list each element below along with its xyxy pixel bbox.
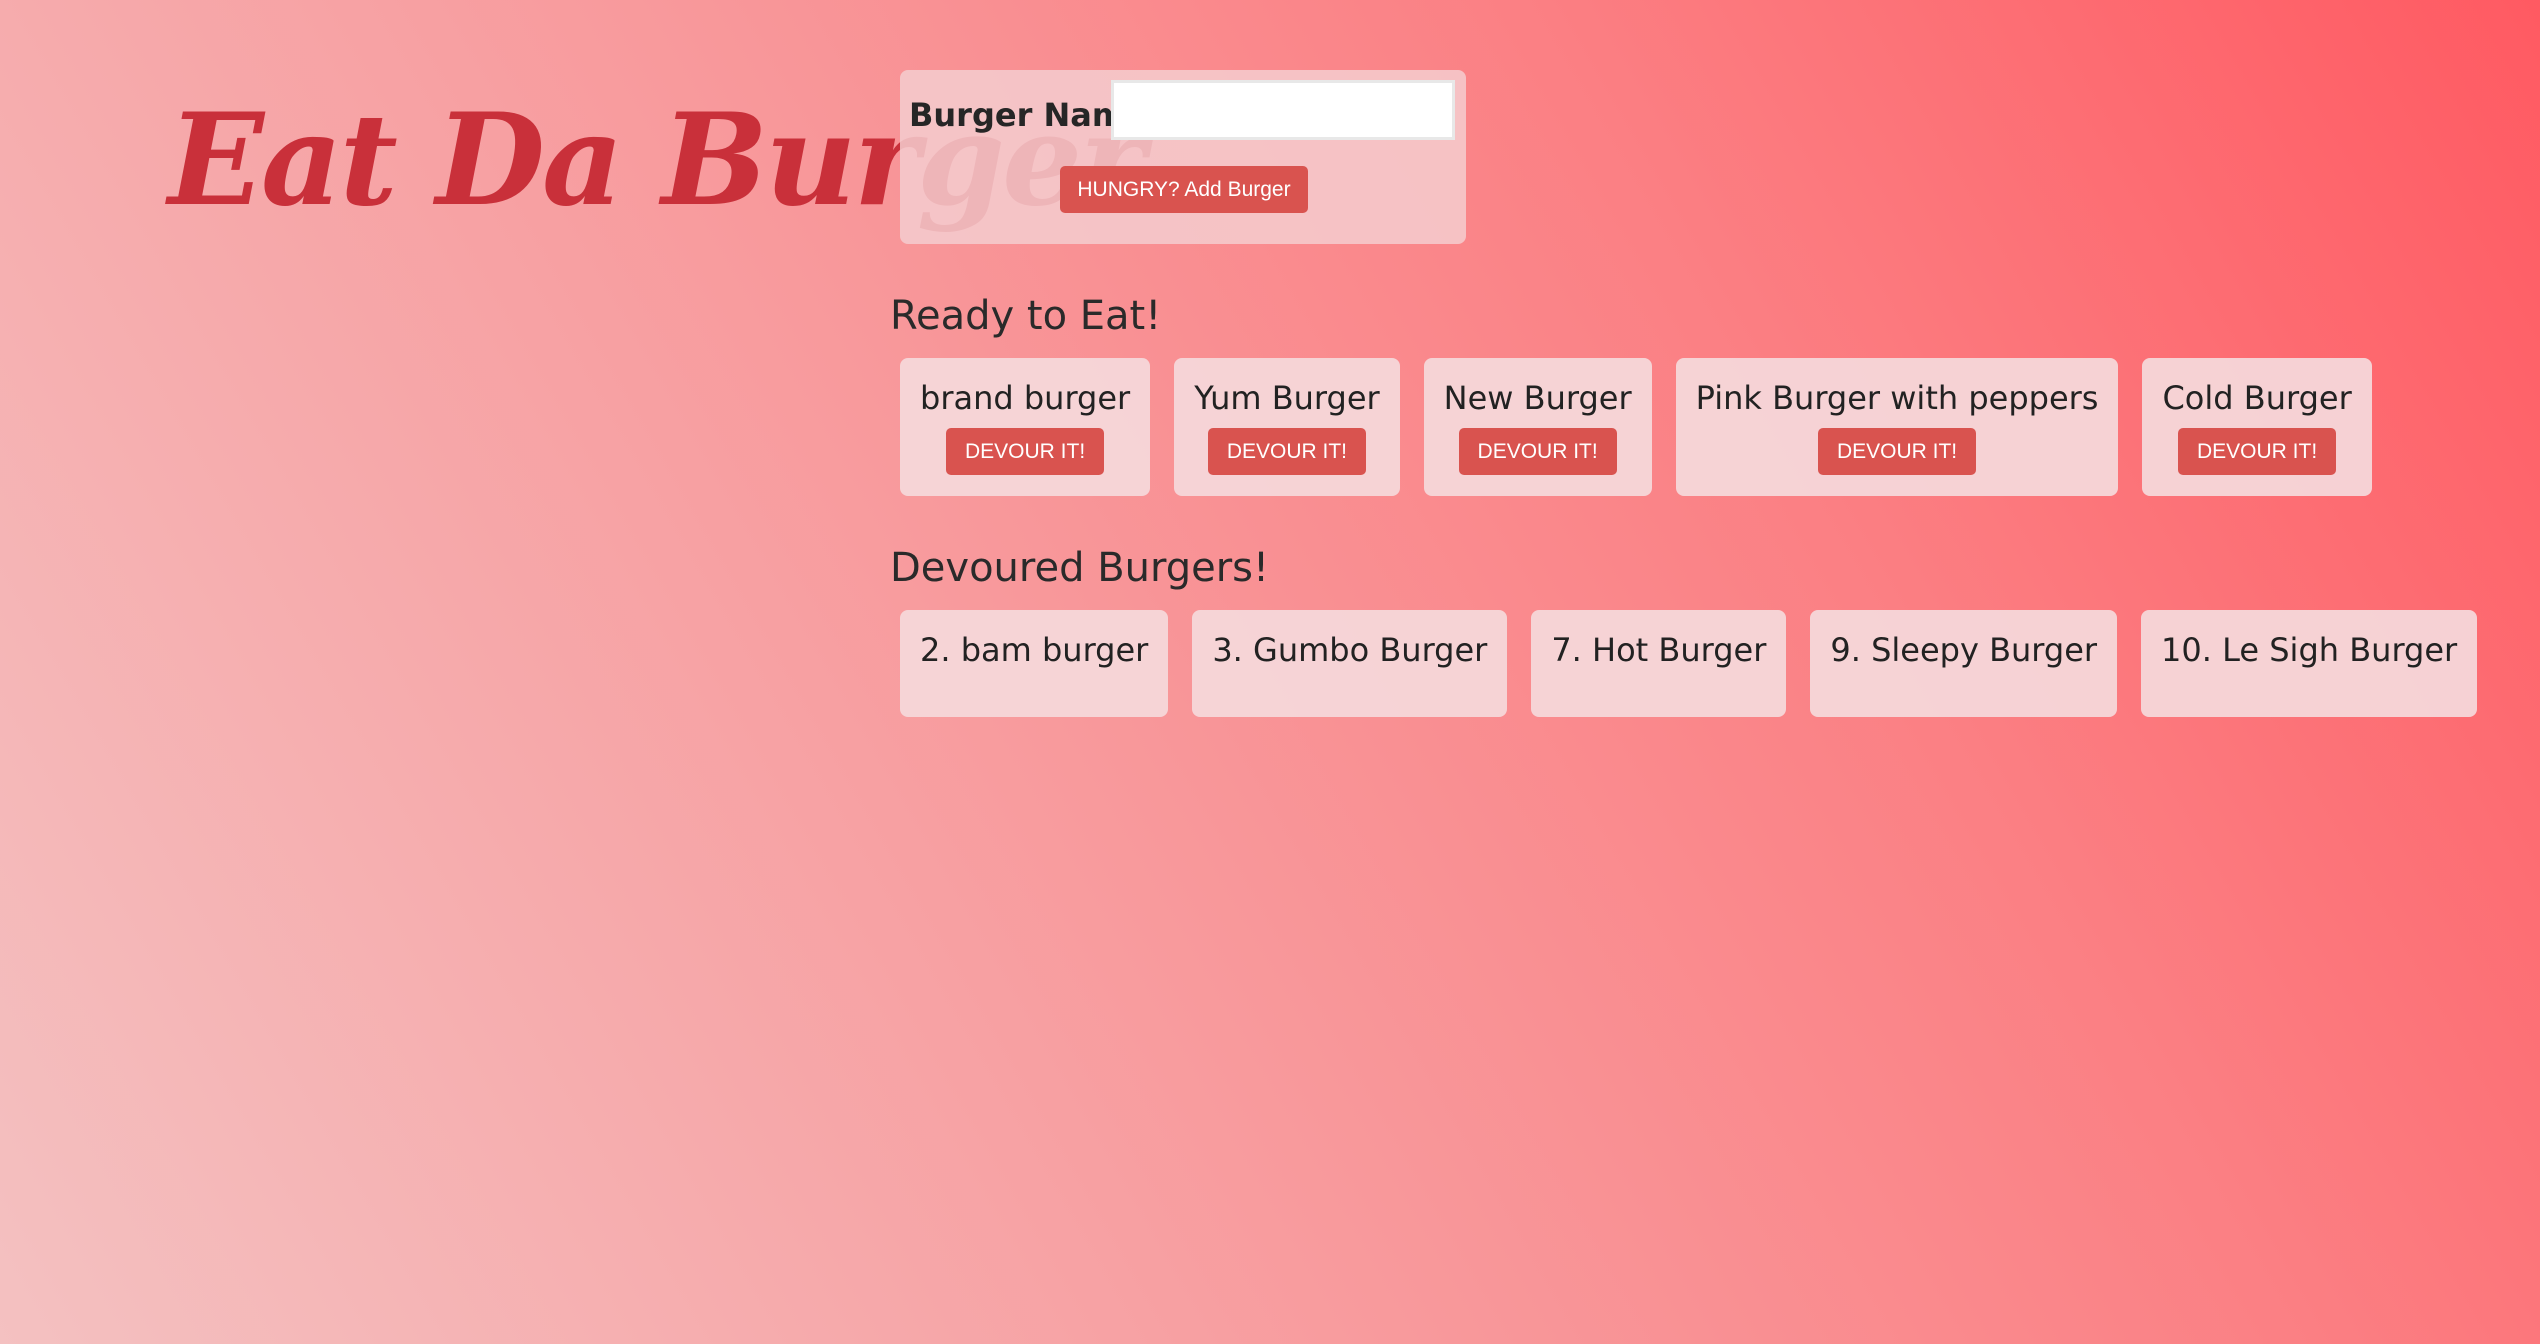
burger-name: 9. Sleepy Burger — [1830, 631, 2098, 669]
devoured-burger-card: 3. Gumbo Burger — [1192, 610, 1508, 717]
burger-name: Pink Burger with peppers — [1695, 379, 2099, 417]
devoured-burger-list: 2. bam burger 3. Gumbo Burger 7. Hot Bur… — [900, 610, 2478, 717]
ready-to-eat-heading: Ready to Eat! — [890, 293, 1162, 339]
burger-name: Yum Burger — [1194, 379, 1380, 417]
devoured-burger-card: 9. Sleepy Burger — [1810, 610, 2118, 717]
ready-burger-list: brand burger DEVOUR IT! Yum Burger DEVOU… — [900, 358, 2372, 496]
burger-name-input[interactable] — [1111, 80, 1455, 140]
ready-burger-card: Cold Burger DEVOUR IT! — [2142, 358, 2372, 496]
devour-button[interactable]: DEVOUR IT! — [1818, 428, 1977, 475]
burger-name: 10. Le Sigh Burger — [2161, 631, 2458, 669]
ready-burger-card: brand burger DEVOUR IT! — [900, 358, 1151, 496]
ready-burger-card: Pink Burger with peppers DEVOUR IT! — [1675, 358, 2119, 496]
burger-name: New Burger — [1443, 379, 1632, 417]
burger-name: brand burger — [920, 379, 1131, 417]
add-burger-form: Burger Name: HUNGRY? Add Burger — [900, 70, 1466, 244]
devour-button[interactable]: DEVOUR IT! — [2178, 428, 2337, 475]
app-logo-title: Eat Da Burger — [168, 86, 1146, 234]
add-burger-button[interactable]: HUNGRY? Add Burger — [1060, 166, 1308, 213]
devoured-burger-card: 10. Le Sigh Burger — [2141, 610, 2478, 717]
ready-burger-card: Yum Burger DEVOUR IT! — [1174, 358, 1400, 496]
devour-button[interactable]: DEVOUR IT! — [946, 428, 1105, 475]
burger-name: 7. Hot Burger — [1551, 631, 1767, 669]
burger-name: 3. Gumbo Burger — [1212, 631, 1488, 669]
devoured-burger-card: 2. bam burger — [900, 610, 1169, 717]
burger-name: Cold Burger — [2162, 379, 2352, 417]
devour-button[interactable]: DEVOUR IT! — [1207, 428, 1366, 475]
burger-name: 2. bam burger — [920, 631, 1149, 669]
ready-burger-card: New Burger DEVOUR IT! — [1423, 358, 1652, 496]
devoured-burgers-heading: Devoured Burgers! — [890, 545, 1270, 591]
devour-button[interactable]: DEVOUR IT! — [1458, 428, 1617, 475]
devoured-burger-card: 7. Hot Burger — [1531, 610, 1787, 717]
